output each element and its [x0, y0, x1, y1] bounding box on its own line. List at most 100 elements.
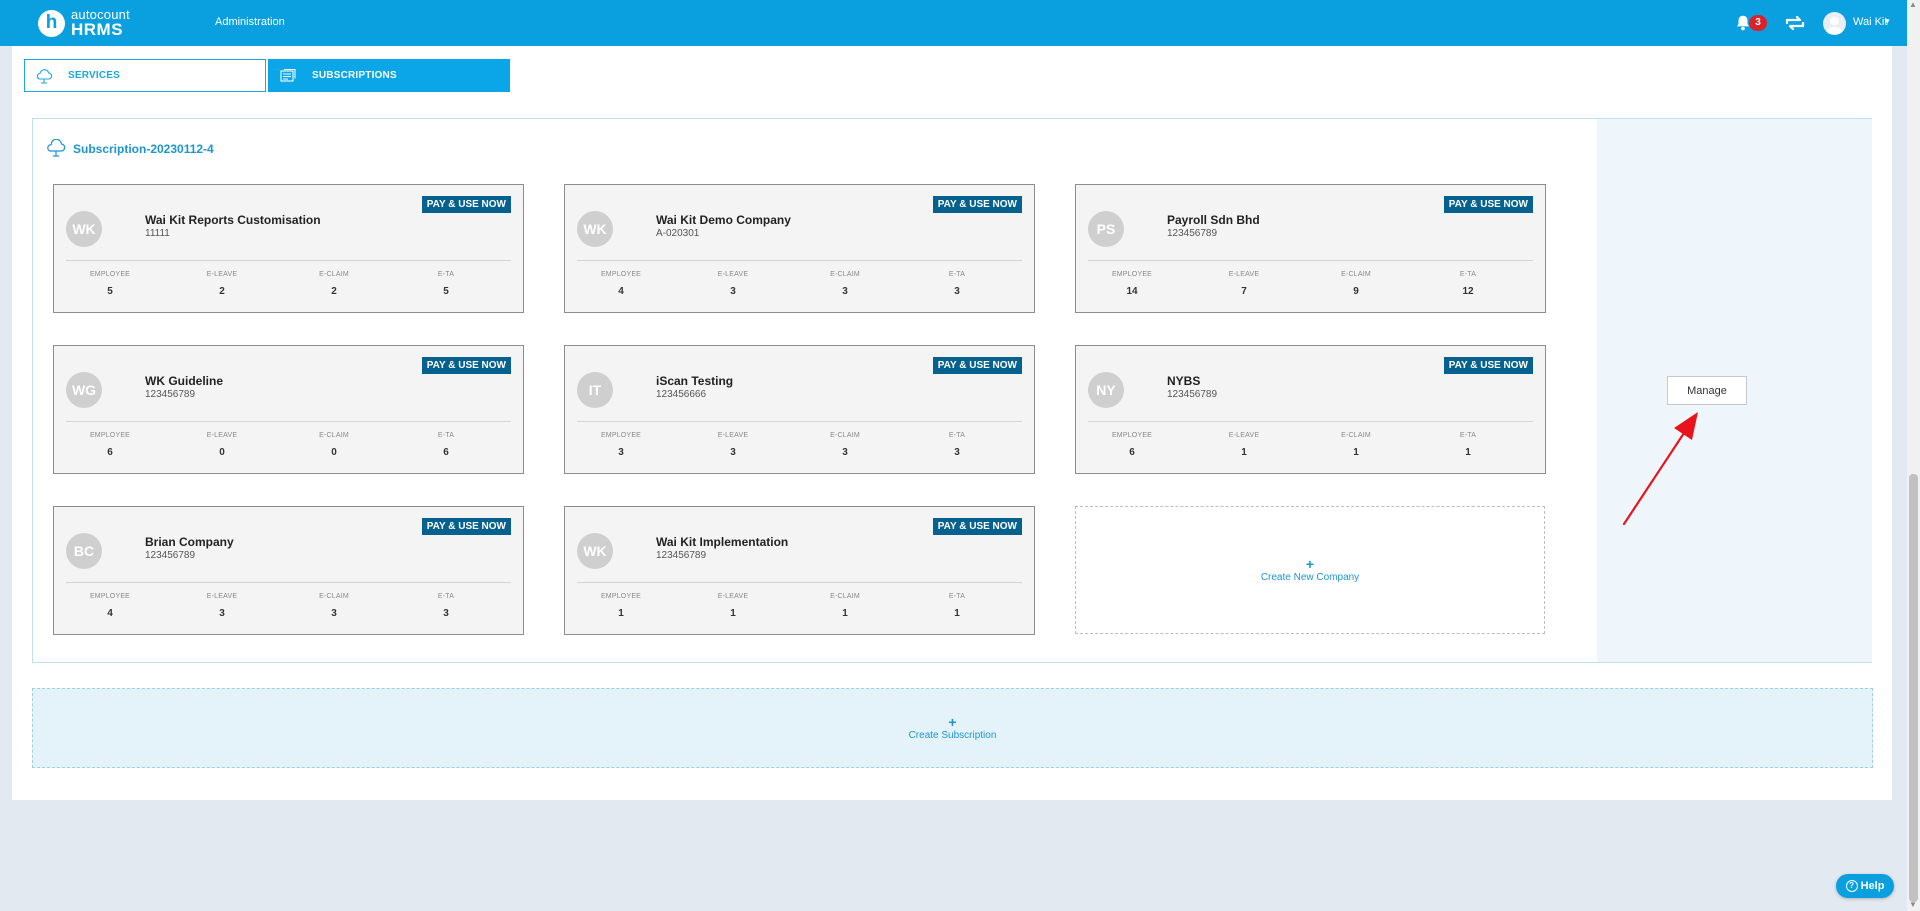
stat-value: 2: [219, 286, 225, 297]
company-name: WK Guideline: [145, 374, 223, 388]
stat-employee: EMPLOYEE 4: [54, 593, 166, 619]
manage-button[interactable]: Manage: [1667, 376, 1747, 405]
stat-value: 9: [1353, 286, 1359, 297]
switch-account-icon[interactable]: [1784, 13, 1806, 33]
nav-administration[interactable]: Administration: [215, 16, 285, 28]
stat-employee: EMPLOYEE 1: [565, 593, 677, 619]
scrollbar-thumb[interactable]: [1909, 474, 1918, 902]
scroll-down-arrow-icon[interactable]: ▼: [1909, 900, 1917, 909]
stat-label: E-LEAVE: [1228, 271, 1260, 278]
company-card[interactable]: BC Brian Company 123456789 PAY & USE NOW…: [53, 506, 524, 635]
pay-use-now-button[interactable]: PAY & USE NOW: [421, 357, 511, 374]
stat-e-claim: E-CLAIM 2: [278, 271, 390, 297]
help-button[interactable]: ? Help: [1836, 874, 1894, 898]
stat-label: EMPLOYEE: [89, 271, 131, 278]
pay-use-now-button[interactable]: PAY & USE NOW: [1443, 357, 1533, 374]
stat-e-leave: E-LEAVE 0: [166, 432, 278, 458]
stat-employee: EMPLOYEE 3: [565, 432, 677, 458]
stat-value: 12: [1462, 286, 1474, 297]
stat-label: E-LEAVE: [206, 271, 238, 278]
stat-e-ta: E-TA 3: [901, 432, 1013, 458]
stat-label: E-TA: [1459, 432, 1477, 439]
company-name: Payroll Sdn Bhd: [1167, 213, 1260, 227]
pay-use-now-button[interactable]: PAY & USE NOW: [932, 357, 1022, 374]
stat-e-claim: E-CLAIM 3: [278, 593, 390, 619]
company-card[interactable]: WK Wai Kit Demo Company A-020301 PAY & U…: [564, 184, 1035, 313]
red-arrow-annotation: [1622, 412, 1698, 526]
company-name: Wai Kit Reports Customisation: [145, 213, 321, 227]
plus-icon: +: [1305, 555, 1315, 572]
stat-value: 5: [107, 286, 113, 297]
company-code: 123456789: [145, 389, 196, 400]
company-card[interactable]: NY NYBS 123456789 PAY & USE NOW EMPLOYEE…: [1075, 345, 1546, 474]
stat-label: E-LEAVE: [717, 593, 749, 600]
company-card[interactable]: IT iScan Testing 123456666 PAY & USE NOW…: [564, 345, 1035, 474]
company-card[interactable]: PS Payroll Sdn Bhd 123456789 PAY & USE N…: [1075, 184, 1546, 313]
company-name: NYBS: [1167, 374, 1201, 388]
stat-value: 1: [1241, 447, 1247, 458]
company-card[interactable]: WK Wai Kit Reports Customisation 11111 P…: [53, 184, 524, 313]
stat-value: 1: [618, 608, 624, 619]
stat-value: 3: [842, 286, 848, 297]
stat-employee: EMPLOYEE 6: [1076, 432, 1188, 458]
stat-label: EMPLOYEE: [1111, 271, 1153, 278]
stat-e-leave: E-LEAVE 3: [677, 432, 789, 458]
pay-use-now-button[interactable]: PAY & USE NOW: [421, 518, 511, 535]
cloud-icon: [47, 139, 66, 157]
company-name: Wai Kit Demo Company: [656, 213, 791, 227]
create-subscription-label: Create Subscription: [908, 729, 997, 741]
pay-use-now-button[interactable]: PAY & USE NOW: [932, 196, 1022, 213]
card-divider: [66, 260, 511, 261]
pay-use-now-button[interactable]: PAY & USE NOW: [421, 196, 511, 213]
tab-services[interactable]: SERVICES: [24, 59, 266, 92]
app-logo[interactable]: h autocount HRMS: [38, 8, 130, 39]
chevron-down-icon[interactable]: ▾: [1885, 16, 1890, 27]
stat-label: EMPLOYEE: [600, 432, 642, 439]
question-icon: ?: [1845, 880, 1858, 892]
stat-label: EMPLOYEE: [600, 593, 642, 600]
create-subscription-button[interactable]: + Create Subscription: [32, 688, 1873, 768]
stat-value: 14: [1126, 286, 1138, 297]
card-divider: [577, 582, 1022, 583]
user-name[interactable]: Wai Kit: [1853, 16, 1887, 28]
tab-bar: SERVICES SUBSCRIPTIONS: [12, 46, 1892, 107]
company-name: iScan Testing: [656, 374, 734, 388]
stat-value: 3: [219, 608, 225, 619]
tab-subscriptions-label: SUBSCRIPTIONS: [312, 70, 397, 81]
pay-use-now-button[interactable]: PAY & USE NOW: [932, 518, 1022, 535]
create-new-company-button[interactable]: + Create New Company: [1075, 506, 1545, 634]
card-divider: [1088, 260, 1533, 261]
user-avatar[interactable]: [1823, 12, 1846, 35]
stat-label: E-CLAIM: [319, 593, 349, 600]
stat-value: 6: [1129, 447, 1135, 458]
stat-value: 0: [331, 447, 337, 458]
stat-e-ta: E-TA 6: [390, 432, 502, 458]
stat-value: 2: [331, 286, 337, 297]
company-avatar: WK: [66, 211, 102, 247]
company-code: 123456789: [145, 550, 196, 561]
company-card[interactable]: WK Wai Kit Implementation 123456789 PAY …: [564, 506, 1035, 635]
stat-e-ta: E-TA 12: [1412, 271, 1524, 297]
stat-value: 3: [730, 447, 736, 458]
company-card[interactable]: WG WK Guideline 123456789 PAY & USE NOW …: [53, 345, 524, 474]
stat-e-claim: E-CLAIM 0: [278, 432, 390, 458]
stat-employee: EMPLOYEE 4: [565, 271, 677, 297]
company-avatar: WK: [577, 533, 613, 569]
subscriptions-icon: [280, 68, 296, 82]
company-code: 123456666: [656, 389, 707, 400]
stat-employee: EMPLOYEE 5: [54, 271, 166, 297]
stat-value: 1: [954, 608, 960, 619]
tab-subscriptions[interactable]: SUBSCRIPTIONS: [268, 59, 510, 92]
stat-value: 4: [618, 286, 624, 297]
scroll-up-arrow-icon[interactable]: ▲: [1909, 0, 1917, 9]
stat-e-claim: E-CLAIM 1: [1300, 432, 1412, 458]
company-code: 123456789: [1167, 228, 1218, 239]
pay-use-now-button[interactable]: PAY & USE NOW: [1443, 196, 1533, 213]
card-divider: [577, 260, 1022, 261]
stat-label: E-CLAIM: [830, 432, 860, 439]
company-code: 123456789: [1167, 389, 1218, 400]
company-avatar: NY: [1088, 372, 1124, 408]
stat-label: E-TA: [948, 432, 966, 439]
logo-product: HRMS: [71, 20, 124, 39]
subscription-title-text: Subscription-20230112-4: [73, 142, 214, 156]
